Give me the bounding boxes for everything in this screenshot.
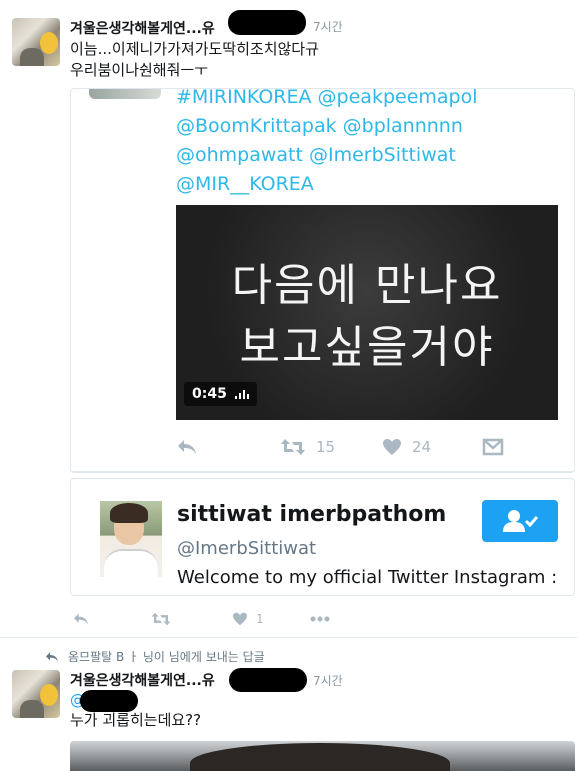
user-bio: Welcome to my official Twitter Instagram… <box>177 567 558 588</box>
avatar-figure <box>20 48 44 66</box>
tweet-text-line-2: 우리붐이나숸해줘ㅡㅜ <box>70 61 209 79</box>
tweet-image[interactable] <box>70 741 575 771</box>
user-display-name[interactable]: sittiwat imerbpathom <box>177 502 446 527</box>
heart-icon <box>233 612 247 626</box>
redacted-handle <box>228 10 306 35</box>
hashtag-line[interactable]: @BoomKrittapak @bplannnnn <box>176 112 478 141</box>
reply-icon <box>178 440 196 454</box>
follow-button[interactable] <box>482 500 558 542</box>
avatar-emoji-face <box>40 684 58 706</box>
reply-button[interactable] <box>72 608 90 630</box>
hashtag-line[interactable]: @MIR__KOREA <box>176 170 478 199</box>
photo-shirt <box>104 549 158 577</box>
author-name[interactable]: 겨울은생각해볼게연...유 <box>70 670 215 690</box>
retweet-button[interactable] <box>150 608 172 630</box>
video-duration: 0:45 <box>192 386 227 402</box>
reply-context[interactable]: 옴므팔탈 B ㅏ 닝이 님에게 보내는 답글 <box>44 648 265 665</box>
like-count: 1 <box>256 612 264 626</box>
reply-context-text: 옴므팔탈 B ㅏ 닝이 님에게 보내는 답글 <box>68 650 265 664</box>
redacted-mention <box>80 690 138 712</box>
reply-button[interactable] <box>176 434 198 460</box>
reply-icon <box>46 651 58 662</box>
tweet-time[interactable]: 7시간 <box>313 18 343 35</box>
more-icon <box>310 616 330 622</box>
video-duration-badge: 0:45 <box>184 382 257 406</box>
retweet-icon <box>151 612 171 626</box>
author-name[interactable]: 겨울은생각해볼게연...유 <box>70 18 215 38</box>
avatar-figure <box>20 700 44 718</box>
user-profile-photo[interactable] <box>100 501 162 577</box>
redacted-handle <box>229 668 307 692</box>
quoted-tweet-actions: 15 24 <box>176 434 506 460</box>
direct-message-button[interactable] <box>482 434 504 460</box>
video-player[interactable]: 다음에 만나요 보고싶을거야 0:45 <box>176 205 558 420</box>
user-handle[interactable]: @ImerbSittiwat <box>177 538 316 559</box>
like-button[interactable]: 1 <box>232 608 264 630</box>
retweet-count: 15 <box>316 438 336 456</box>
hashtag-line[interactable]: @ohmpawatt @ImerbSittiwat <box>176 141 478 170</box>
tweet-text: 누가 괴롭히는데요?? <box>70 711 202 729</box>
quoted-tweet-text: #MIRINKOREA @peakpeemapol @BoomKrittapak… <box>176 89 478 199</box>
dm-icon <box>482 438 504 456</box>
quoted-avatar-partial <box>89 89 161 99</box>
avatar-emoji-face <box>40 32 58 54</box>
hashtag-line[interactable]: #MIRINKOREA @peakpeemapol <box>176 89 478 112</box>
video-caption-line-1: 다음에 만나요 <box>231 260 503 311</box>
image-subject <box>190 743 450 771</box>
quoted-tweet-card[interactable]: #MIRINKOREA @peakpeemapol @BoomKrittapak… <box>70 88 575 473</box>
like-count: 24 <box>412 438 432 456</box>
retweet-icon <box>281 439 305 455</box>
like-button[interactable]: 24 <box>382 434 431 460</box>
follow-icon <box>503 510 538 532</box>
author-avatar[interactable] <box>12 670 60 718</box>
retweet-button[interactable]: 15 <box>280 434 335 460</box>
video-caption-line-2: 보고싶을거야 <box>239 322 495 373</box>
tweet-actions: 1 <box>70 608 350 630</box>
author-avatar[interactable] <box>12 18 60 66</box>
card-divider <box>71 471 574 472</box>
heart-icon <box>383 439 401 455</box>
reply-icon <box>74 613 88 625</box>
tweet-text-line-1: 이늠...이제니가가져가도딱히조치않다규 <box>70 40 319 58</box>
tweet-time[interactable]: 7시간 <box>313 672 343 689</box>
user-profile-card[interactable]: sittiwat imerbpathom @ImerbSittiwat Welc… <box>70 471 575 596</box>
volume-bars-icon <box>234 389 249 399</box>
more-button[interactable] <box>310 608 330 630</box>
tweet-1[interactable]: 겨울은생각해볼게연...유 7시간 이늠...이제니가가져가도딱히조치않다규 우… <box>0 0 577 638</box>
photo-hair <box>110 503 148 523</box>
